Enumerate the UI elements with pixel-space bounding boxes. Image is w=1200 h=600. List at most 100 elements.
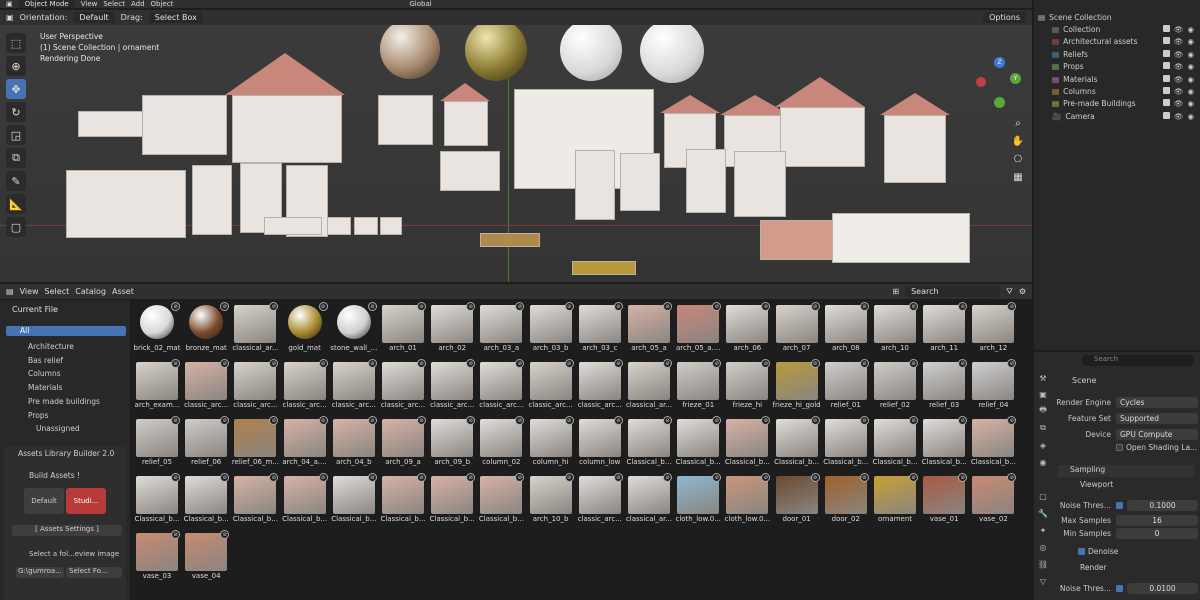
asset-tile[interactable]: ⊘ bronze_mat <box>181 302 231 358</box>
catalog-all[interactable]: All <box>6 326 126 336</box>
render-camera-icon[interactable]: ◉ <box>1187 99 1194 108</box>
outliner-item[interactable]: ▤ Reliefs 👁 ◉ <box>1034 48 1200 60</box>
asset-tile[interactable]: ⊘ cloth_low.0... <box>722 473 772 529</box>
exclude-checkbox[interactable] <box>1162 87 1170 95</box>
asset-tile[interactable]: ⊘ arch_10_b <box>526 473 576 529</box>
camera-view-icon[interactable]: ⎔ <box>1010 151 1026 169</box>
asset-tile[interactable]: ⊘ relief_03 <box>919 359 969 415</box>
asset-tile[interactable]: ⊘ classic_arc... <box>280 359 330 415</box>
orientation-dropdown[interactable]: Default <box>73 12 115 23</box>
asset-tile[interactable]: ⊘ Classical_b... <box>378 473 428 529</box>
viewport-subpanel-header[interactable]: Viewport <box>1070 480 1113 489</box>
render-camera-icon[interactable]: ◉ <box>1187 37 1194 46</box>
asset-tile[interactable]: ⊘ Classical_b... <box>280 473 330 529</box>
gold-frieze[interactable] <box>572 261 636 275</box>
assets-settings-button[interactable]: [ Assets Settings ] <box>12 525 122 536</box>
asset-tile[interactable]: ⊘ relief_04 <box>968 359 1018 415</box>
asset-tile[interactable]: ⊘ vase_04 <box>181 530 231 586</box>
noise-threshold-render-field[interactable]: 0.0100 <box>1127 582 1198 594</box>
asset-tile[interactable]: ⊘ Classical_b... <box>673 416 723 472</box>
asset-tile[interactable]: ⊘ Classical_b... <box>132 473 182 529</box>
doorway-4[interactable] <box>734 151 786 217</box>
asset-tile[interactable]: ⊘ Classical_b... <box>772 416 822 472</box>
eye-icon[interactable]: 👁 <box>1174 87 1184 96</box>
osl-checkbox-row[interactable]: Open Shading La... <box>1116 443 1197 452</box>
feature-set-dropdown[interactable]: Supported <box>1116 412 1198 424</box>
asset-tile[interactable]: ⊘ arch_09_b <box>427 416 477 472</box>
catalog-materials[interactable]: Materials <box>28 381 100 395</box>
menu-object[interactable]: Object <box>151 0 174 8</box>
outliner-item[interactable]: ▤ Pre-made Buildings 👁 ◉ <box>1034 98 1200 110</box>
outliner-item[interactable]: ▤ Materials 👁 ◉ <box>1034 73 1200 85</box>
gold-sphere[interactable] <box>465 25 527 81</box>
asset-tile[interactable]: ⊘ arch_03_c <box>575 302 625 358</box>
render-engine-dropdown[interactable]: Cycles <box>1116 396 1198 408</box>
build-assets-button[interactable]: Build Assets ! <box>29 471 80 480</box>
asset-tile[interactable]: ⊘ arch_11 <box>919 302 969 358</box>
asset-tile[interactable]: ⊘ column_low <box>575 416 625 472</box>
slab-1[interactable] <box>264 217 322 235</box>
asset-tile[interactable]: ⊘ arch_06 <box>722 302 772 358</box>
asset-tile[interactable]: ⊘ Classical_b... <box>968 416 1018 472</box>
physics-icon[interactable]: ◎ <box>1037 541 1049 553</box>
navigation-gizmo[interactable]: Z Y <box>974 57 1026 109</box>
exclude-checkbox[interactable] <box>1162 25 1170 33</box>
scale-tool-icon[interactable]: ◲ <box>6 125 26 145</box>
asset-tile[interactable]: ⊘ relief_01 <box>821 359 871 415</box>
asset-tile[interactable]: ⊘ brick_02_mat <box>132 302 182 358</box>
asset-tile[interactable]: ⊘ Classical_b... <box>870 416 920 472</box>
tool-props-icon[interactable]: ⚒ <box>1037 372 1049 384</box>
asset-tile[interactable]: ⊘ classic_arc... <box>329 359 379 415</box>
asset-tile[interactable]: ⊘ classical_ar... <box>624 359 674 415</box>
menu-view[interactable]: View <box>81 0 98 8</box>
building-2[interactable] <box>142 95 227 155</box>
asset-tile[interactable]: ⊘ relief_02 <box>870 359 920 415</box>
properties-search[interactable]: Search <box>1082 355 1194 366</box>
doorway-2[interactable] <box>620 153 660 211</box>
eye-icon[interactable]: 👁 <box>1174 112 1184 121</box>
building-5[interactable] <box>444 101 488 146</box>
eye-icon[interactable]: 👁 <box>1174 25 1184 34</box>
render-camera-icon[interactable]: ◉ <box>1187 75 1194 84</box>
exclude-checkbox[interactable] <box>1162 37 1170 45</box>
slab-4[interactable] <box>380 217 402 235</box>
z-axis-icon[interactable]: Z <box>994 57 1005 68</box>
gold-relief[interactable] <box>480 233 540 247</box>
asset-tile[interactable]: ⊘ Classical_b... <box>919 416 969 472</box>
asset-tile[interactable]: ⊘ Classical_b... <box>722 416 772 472</box>
device-dropdown[interactable]: GPU Compute <box>1116 428 1198 440</box>
asset-tile[interactable]: ⊘ arch_01 <box>378 302 428 358</box>
annotate-tool-icon[interactable]: ✎ <box>6 171 26 191</box>
doorway-1[interactable] <box>575 150 615 220</box>
eye-icon[interactable]: 👁 <box>1174 37 1184 46</box>
editor-type-icon[interactable]: ▣ <box>6 0 13 8</box>
asset-tile[interactable]: ⊘ Classical_b... <box>476 473 526 529</box>
building-9[interactable] <box>884 115 946 183</box>
white-sphere[interactable] <box>560 25 622 81</box>
noise-threshold-render-checkbox[interactable] <box>1116 584 1123 592</box>
arch-11[interactable] <box>192 165 232 235</box>
render-camera-icon[interactable]: ◉ <box>1187 62 1194 71</box>
rotate-tool-icon[interactable]: ↻ <box>6 102 26 122</box>
render-camera-icon[interactable]: ◉ <box>1187 112 1194 121</box>
move-tool-icon[interactable]: ✥ <box>6 79 26 99</box>
catalog-bas-relief[interactable]: Bas relief <box>28 354 100 368</box>
asset-tile[interactable]: ⊘ arch_exam... <box>132 359 182 415</box>
outliner-item[interactable]: ▤ Collection 👁 ◉ <box>1034 23 1200 35</box>
asset-tile[interactable]: ⊘ door_02 <box>821 473 871 529</box>
catalog-architecture[interactable]: Architecture <box>28 340 100 354</box>
x-neg-axis-icon[interactable] <box>976 77 986 87</box>
asset-tile[interactable]: ⊘ Classical_b... <box>329 473 379 529</box>
asset-tile[interactable]: ⊘ classic_arc... <box>476 359 526 415</box>
asset-tile[interactable]: ⊘ column_02 <box>476 416 526 472</box>
asset-tile[interactable]: ⊘ arch_12 <box>968 302 1018 358</box>
asset-tile[interactable]: ⊘ arch_04_a.... <box>280 416 330 472</box>
eye-icon[interactable]: 👁 <box>1174 62 1184 71</box>
exclude-checkbox[interactable] <box>1162 49 1170 57</box>
y-neg-axis-icon[interactable] <box>994 97 1005 108</box>
scene-collection-row[interactable]: ▤ Scene Collection <box>1034 11 1200 23</box>
asset-tile[interactable]: ⊘ Classical_b... <box>624 416 674 472</box>
asset-tile[interactable]: ⊘ classic_arc... <box>526 359 576 415</box>
asset-tile[interactable]: ⊘ Classical_b... <box>230 473 280 529</box>
grid-view-icon[interactable]: ▦ <box>1010 169 1026 187</box>
